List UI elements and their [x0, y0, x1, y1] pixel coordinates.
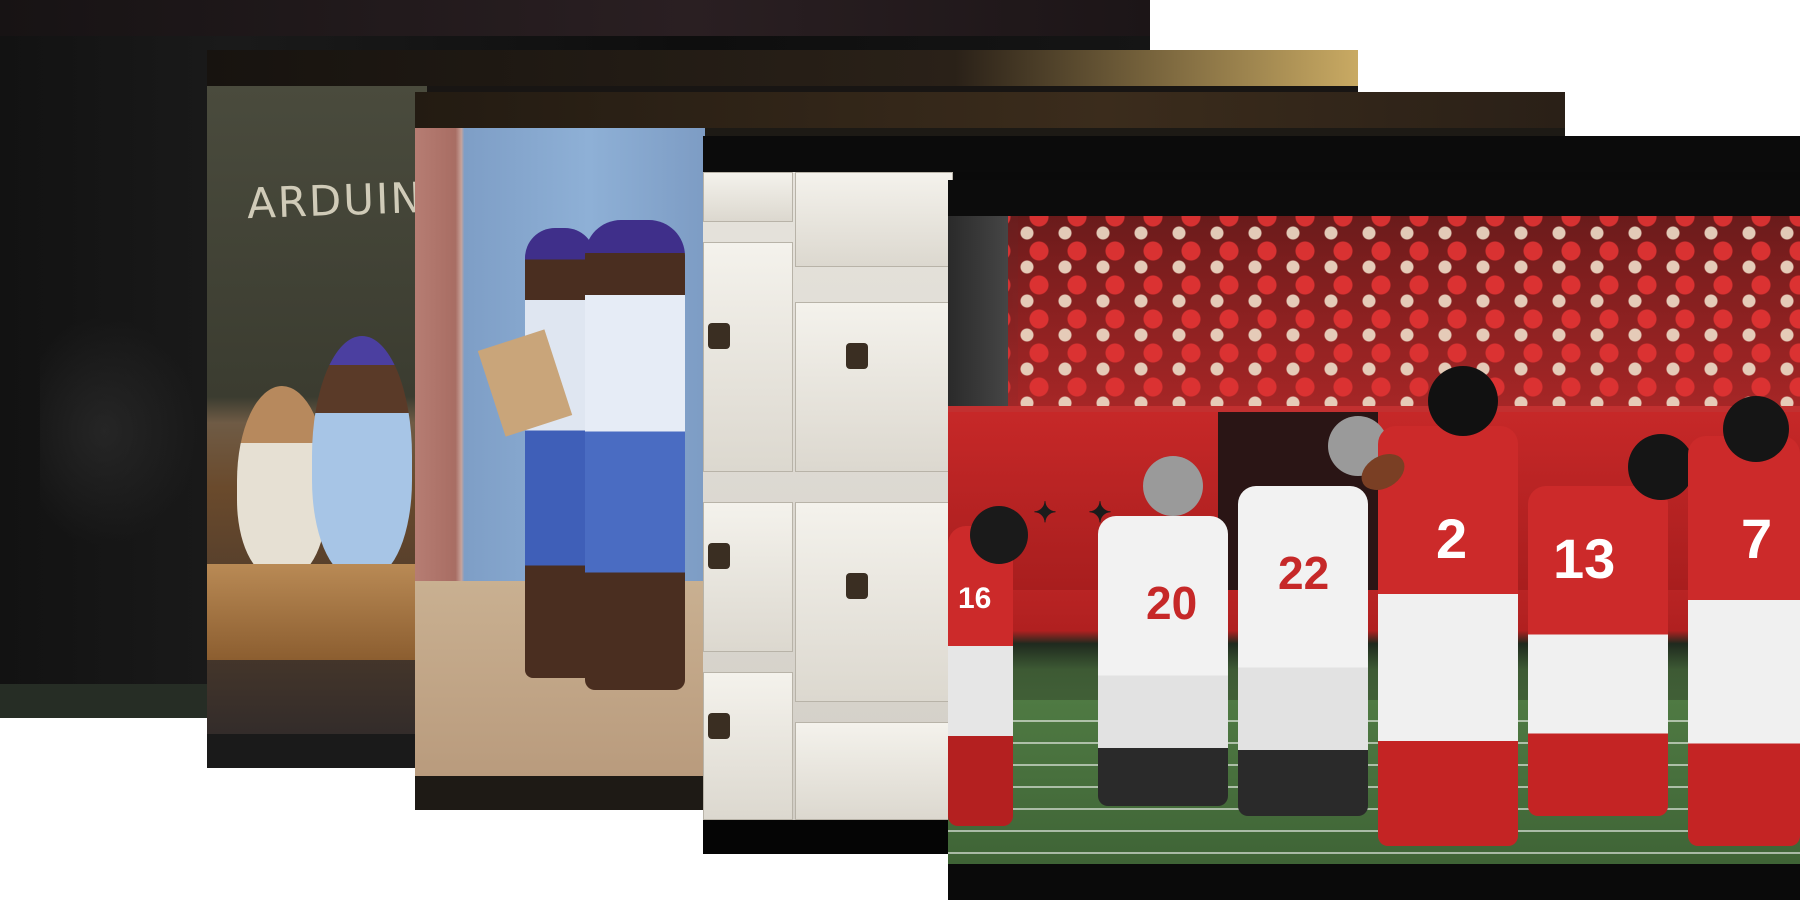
letterbox-top — [207, 50, 1358, 86]
turf-field — [948, 700, 1800, 864]
dim-light-shape — [40, 316, 200, 546]
player-falcons — [948, 526, 1013, 826]
archive-boxes-image — [703, 172, 953, 820]
jersey-number: 13 — [1553, 527, 1616, 590]
schoolgirls-image — [415, 128, 705, 776]
helmet-icon — [1723, 396, 1789, 462]
storage-box — [795, 722, 953, 820]
classroom-image: ARDUIN — [207, 86, 427, 734]
helmet-icon — [1628, 434, 1694, 500]
jersey-number: 22 — [1278, 547, 1330, 599]
stadium-crowd — [1008, 216, 1800, 406]
falcons-logo-icon: ✦ — [1033, 497, 1057, 528]
storage-box — [703, 672, 793, 820]
player-buccaneers — [1238, 486, 1368, 816]
player-falcons — [1688, 436, 1800, 846]
football-game-image: ✦ ✦ 16 20 22 2 13 7 — [948, 216, 1800, 864]
school-desk — [207, 564, 427, 660]
student-figure — [312, 336, 412, 576]
chalkboard-text: ARDUIN — [246, 172, 425, 229]
video-card-football[interactable]: ✦ ✦ 16 20 22 2 13 7 — [948, 180, 1800, 900]
letterbox-top — [0, 0, 1150, 36]
helmet-icon — [970, 506, 1028, 564]
letterbox-top — [703, 136, 1800, 172]
storage-box — [703, 502, 793, 652]
storage-box — [795, 172, 953, 267]
schoolgirl-figure — [585, 220, 685, 690]
player-buccaneers — [1098, 516, 1228, 806]
jersey-number: 16 — [958, 582, 992, 615]
letterbox-top — [948, 180, 1800, 216]
helmet-icon — [1428, 366, 1498, 436]
jersey-number: 2 — [1436, 507, 1468, 570]
letterbox-top — [415, 92, 1565, 128]
player-falcons-quarterback — [1378, 426, 1518, 846]
storage-box — [795, 302, 953, 472]
jersey-number: 20 — [1146, 577, 1198, 629]
storage-box — [703, 242, 793, 472]
storage-box — [703, 172, 793, 222]
storage-box — [795, 502, 953, 702]
helmet-icon — [1143, 456, 1203, 516]
letterbox-bottom — [948, 864, 1800, 900]
jersey-number: 7 — [1741, 507, 1773, 570]
